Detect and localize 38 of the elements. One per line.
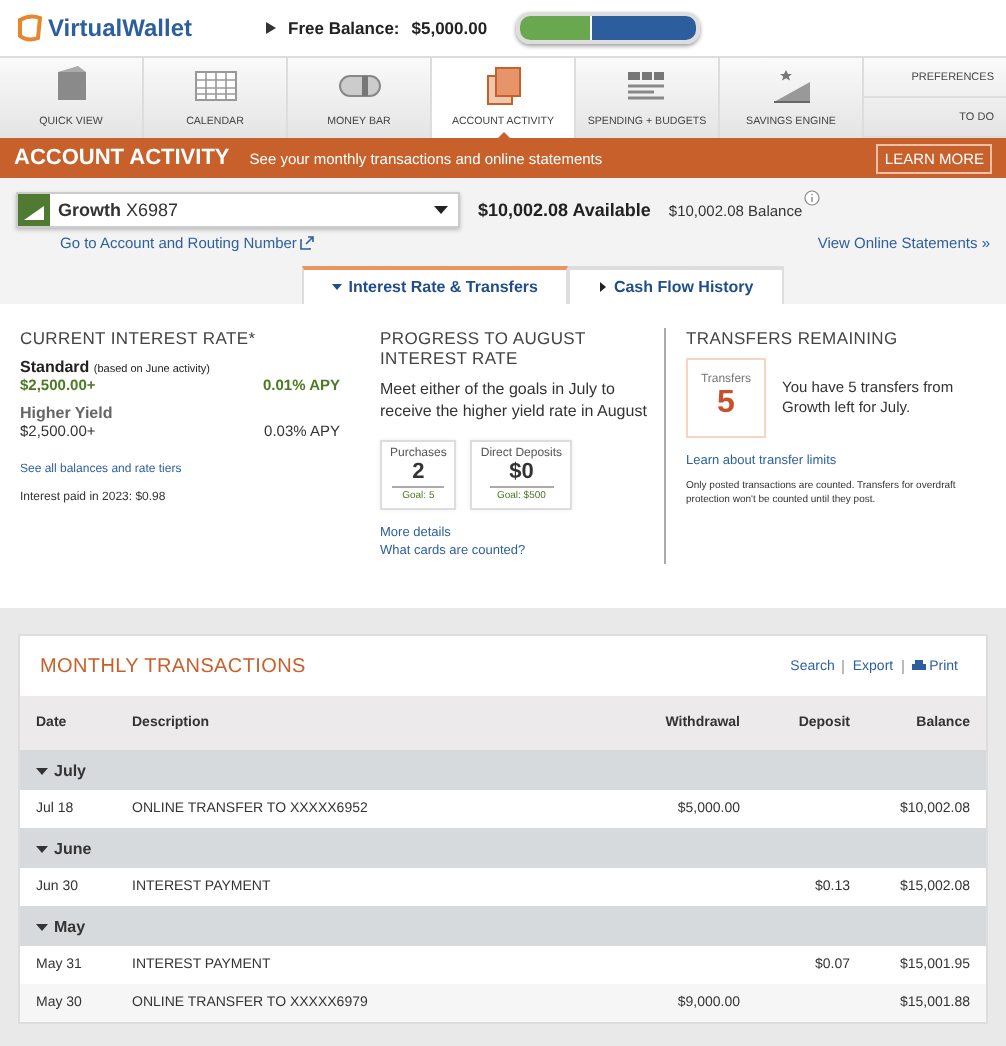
available-balance: $10,002.08 Available — [478, 200, 651, 220]
section-title: TRANSFERS REMAINING — [686, 328, 900, 348]
month-group-header[interactable]: July — [20, 750, 986, 790]
info-icon[interactable] — [804, 189, 821, 205]
print-icon — [911, 660, 926, 672]
account-dropdown[interactable]: Growth X6987 — [16, 192, 460, 228]
nav-icon — [625, 66, 669, 106]
growth-icon — [18, 194, 50, 226]
balance-bar[interactable] — [516, 12, 700, 44]
triangle-icon — [266, 22, 276, 34]
nav-icon — [769, 66, 813, 106]
nav-icon — [193, 66, 237, 106]
caret-icon — [36, 921, 48, 931]
free-balance-label: Free Balance: — [288, 18, 400, 38]
month-group-header[interactable]: May — [20, 906, 986, 946]
caret-icon — [36, 765, 48, 775]
goal-value: $0 — [489, 460, 554, 488]
tab[interactable]: Interest Rate & Transfers — [302, 266, 568, 304]
transfers-count: 5 — [717, 386, 735, 422]
section-title: PROGRESS TO AUGUST INTEREST RATE — [380, 328, 588, 368]
tier-name: Standard — [20, 358, 90, 376]
free-balance-value: $5,000.00 — [411, 18, 488, 38]
month-group-header[interactable]: June — [20, 828, 986, 868]
transactions-title: MONTHLY TRANSACTIONS — [40, 655, 306, 677]
logo-text: VirtualWallet — [48, 14, 193, 42]
external-link-icon — [300, 236, 315, 250]
tier-name: Higher Yield — [20, 404, 113, 422]
logo-icon — [16, 14, 44, 42]
nav-icon — [481, 66, 525, 106]
banner-title: ACCOUNT ACTIVITY — [14, 146, 230, 170]
tab[interactable]: Cash Flow History — [567, 266, 784, 304]
goal-value: 2 — [392, 460, 445, 488]
progress-text: Meet either of the goals in July to receive the higher yield rate in August — [380, 378, 648, 422]
section-title: CURRENT INTEREST RATE* — [20, 328, 258, 348]
caret-icon — [434, 206, 448, 214]
caret-icon — [332, 282, 343, 292]
caret-icon — [36, 843, 48, 853]
caret-icon — [597, 282, 608, 292]
